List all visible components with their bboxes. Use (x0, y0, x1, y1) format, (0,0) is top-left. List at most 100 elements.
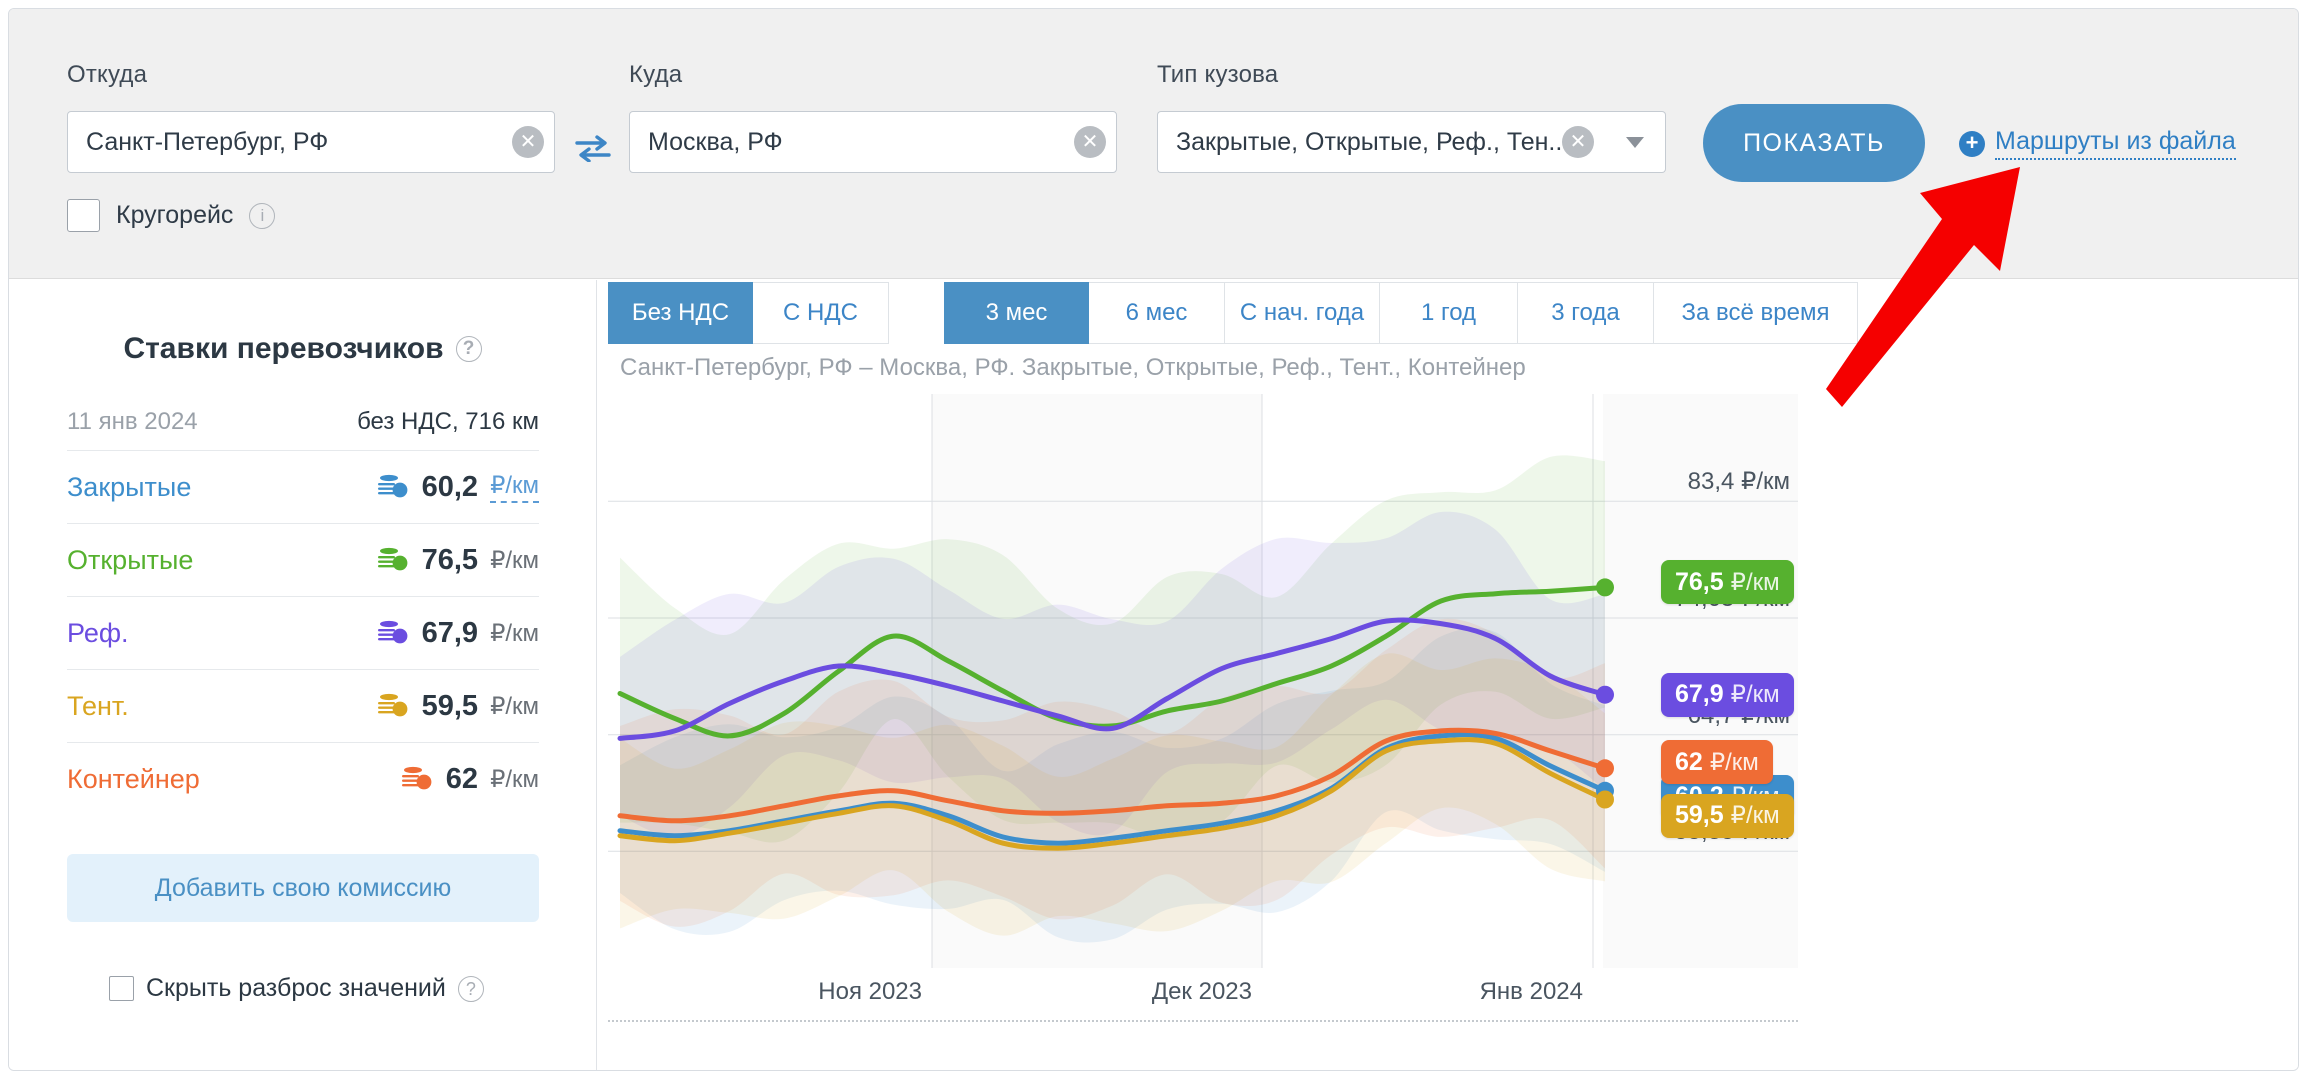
body-type-field[interactable]: Закрытые, Открытые, Реф., Тен... ✕ (1157, 111, 1604, 173)
rate-value-group: 60,2 ₽/км (376, 471, 539, 504)
rate-unit: ₽/км (490, 765, 539, 793)
to-clear-icon[interactable]: ✕ (1074, 126, 1106, 158)
chart-panel: Без НДС С НДС 3 мес 6 мес С нач. года 1 … (598, 280, 2298, 1070)
to-field-label: Куда (629, 61, 683, 88)
coins-icon (377, 474, 408, 498)
hide-spread-label: Скрыть разброс значений (146, 974, 446, 1002)
from-field-label: Откуда (67, 61, 148, 88)
coins-icon (377, 547, 408, 571)
rate-name: Контейнер (67, 763, 200, 794)
chart-x-axis-line (608, 1020, 1798, 1022)
chart-x-axis: Ноя 2023 Дек 2023 Янв 2024 (608, 970, 1798, 1020)
badge-unit: ₽/км (1709, 748, 1759, 776)
rate-amount: 60,2 (421, 470, 479, 503)
badge-value: 62 (1675, 747, 1703, 776)
roundtrip-label: Кругорейс (116, 201, 234, 229)
help-icon[interactable]: ? (455, 336, 482, 362)
to-field-value: Москва, РФ (648, 127, 783, 156)
rates-line-chart[interactable] (608, 394, 1798, 968)
table-row[interactable]: Закрытые 60,2 ₽/км (67, 450, 539, 523)
x-axis-tick-label: Янв 2024 (1479, 978, 1583, 1005)
period-tab-group: 3 мес 6 мес С нач. года 1 год 3 года За … (944, 282, 1858, 344)
to-field[interactable]: Москва, РФ ✕ (629, 111, 1117, 173)
badge-unit: ₽/км (1730, 681, 1780, 709)
series-end-badge: 62 ₽/км (1661, 740, 1773, 785)
badge-unit: ₽/км (1730, 802, 1780, 830)
roundtrip-checkbox[interactable] (67, 199, 100, 232)
table-row[interactable]: Тент. 59,5 ₽/км (67, 669, 539, 742)
badge-unit: ₽/км (1730, 568, 1780, 596)
rate-unit[interactable]: ₽/км (490, 471, 539, 503)
plus-circle-icon: + (1959, 130, 1985, 157)
tab-1-year[interactable]: 1 год (1380, 282, 1518, 344)
series-end-badge: 76,5 ₽/км (1661, 560, 1794, 605)
coins-icon (377, 620, 408, 644)
rate-amount: 62 (445, 762, 479, 795)
rate-name: Тент. (67, 690, 129, 721)
rate-value-group: 76,5 ₽/км (376, 544, 539, 577)
tab-all-time[interactable]: За всё время (1654, 282, 1858, 344)
rates-table: 11 янв 2024 без НДС, 716 км Закрытые 60,… (67, 408, 539, 815)
chart-y-axis: 83,4 ₽/км74,05 ₽/км64,7 ₽/км55,35 ₽/км60… (1633, 394, 1796, 968)
rate-name: Открытые (67, 544, 194, 575)
x-axis-tick-label: Ноя 2023 (818, 978, 922, 1005)
rate-value-group: 59,5 ₽/км (376, 690, 539, 723)
filter-bar: Откуда Санкт-Петербург, РФ ✕ Куда Москва… (9, 9, 2298, 279)
rate-amount: 59,5 (421, 689, 479, 722)
chart-svg (608, 394, 1798, 968)
rate-unit: ₽/км (490, 546, 539, 574)
rates-table-header: 11 янв 2024 без НДС, 716 км (67, 408, 539, 450)
show-button[interactable]: ПОКАЗАТЬ (1703, 104, 1925, 182)
hide-spread-checkbox-group[interactable]: Скрыть разброс значений ? (109, 974, 484, 1003)
rate-name: Реф. (67, 617, 129, 648)
body-type-clear-icon[interactable]: ✕ (1562, 126, 1594, 158)
routes-from-file-link[interactable]: + Маршруты из файла (1959, 127, 2236, 160)
table-row[interactable]: Реф. 67,9 ₽/км (67, 596, 539, 669)
tab-3-years[interactable]: 3 года (1518, 282, 1654, 344)
body-type-value: Закрытые, Открытые, Реф., Тен... (1176, 127, 1562, 156)
routes-from-file-label: Маршруты из файла (1995, 127, 2236, 160)
rate-value-group: 62 ₽/км (400, 763, 539, 796)
rates-meta: без НДС, 716 км (357, 408, 539, 435)
info-icon[interactable]: i (249, 202, 276, 229)
help-icon[interactable]: ? (457, 975, 484, 1002)
from-field-value: Санкт-Петербург, РФ (86, 127, 329, 156)
body-type-label: Тип кузова (1157, 61, 1279, 88)
sidebar-title: Ставки перевозчиков (123, 332, 444, 365)
rate-amount: 76,5 (421, 543, 479, 576)
roundtrip-checkbox-group[interactable]: Кругорейс i (67, 199, 276, 232)
rate-unit: ₽/км (490, 692, 539, 720)
table-row[interactable]: Контейнер 62 ₽/км (67, 742, 539, 815)
vat-tab-group: Без НДС С НДС (608, 282, 889, 344)
app-window: Откуда Санкт-Петербург, РФ ✕ Куда Москва… (8, 8, 2299, 1071)
rates-date: 11 янв 2024 (67, 408, 198, 435)
tab-with-vat[interactable]: С НДС (753, 282, 889, 344)
badge-value: 67,9 (1675, 680, 1724, 709)
series-end-badge: 67,9 ₽/км (1661, 672, 1794, 717)
tab-without-vat[interactable]: Без НДС (608, 282, 753, 344)
y-axis-tick-label: 83,4 ₽/км (1687, 468, 1790, 496)
rates-sidebar: Ставки перевозчиков ? 11 янв 2024 без НД… (9, 280, 597, 1070)
swap-direction-icon[interactable] (575, 134, 611, 163)
add-commission-button[interactable]: Добавить свою комиссию (67, 854, 539, 922)
rate-name: Закрытые (67, 471, 192, 502)
tab-3-months[interactable]: 3 мес (944, 282, 1089, 344)
badge-value: 76,5 (1675, 567, 1724, 596)
table-row[interactable]: Открытые 76,5 ₽/км (67, 523, 539, 596)
from-field[interactable]: Санкт-Петербург, РФ ✕ (67, 111, 555, 173)
from-clear-icon[interactable]: ✕ (512, 126, 544, 158)
x-axis-tick-label: Дек 2023 (1151, 978, 1252, 1005)
sidebar-title-row: Ставки перевозчиков ? (9, 332, 596, 366)
chevron-down-icon (1625, 136, 1644, 148)
tab-ytd[interactable]: С нач. года (1225, 282, 1380, 344)
badge-value: 59,5 (1675, 801, 1724, 830)
rate-value-group: 67,9 ₽/км (376, 617, 539, 650)
coins-icon (377, 693, 408, 717)
rate-amount: 67,9 (421, 616, 479, 649)
body-type-dropdown-toggle[interactable] (1604, 111, 1666, 173)
chart-subtitle: Санкт-Петербург, РФ – Москва, РФ. Закрыт… (620, 354, 1526, 381)
hide-spread-checkbox[interactable] (109, 976, 134, 1001)
rate-unit: ₽/км (490, 619, 539, 647)
tab-6-months[interactable]: 6 мес (1089, 282, 1225, 344)
coins-icon (401, 766, 432, 790)
